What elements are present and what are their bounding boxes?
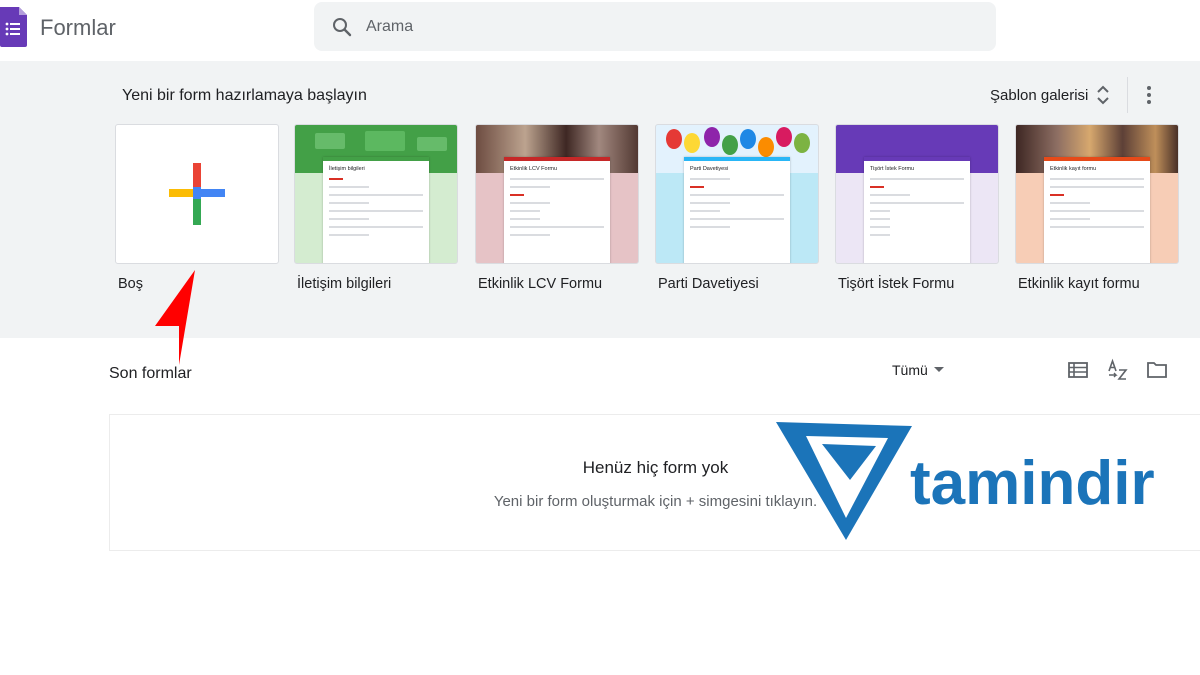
search-icon[interactable]	[330, 15, 354, 39]
template-event-registration[interactable]: Etkinlik kayıt formu	[1015, 124, 1179, 264]
template-form-preview: Parti Davetiyesi	[684, 157, 790, 263]
owner-filter-dropdown[interactable]: Tümü	[892, 360, 944, 380]
app-header: Formlar	[0, 0, 1200, 60]
template-form-preview: Tişört İstek Formu	[864, 157, 970, 263]
template-gallery-label: Şablon galerisi	[990, 86, 1089, 104]
template-band-title: Yeni bir form hazırlamaya başlayın	[122, 87, 367, 104]
template-label-blank[interactable]: Boş	[118, 275, 143, 293]
more-options-button[interactable]	[1138, 79, 1160, 111]
template-label-event-registration[interactable]: Etkinlik kayıt formu	[1018, 275, 1140, 293]
template-label-tshirt-request[interactable]: Tişört İstek Formu	[838, 275, 954, 293]
divider	[1127, 77, 1128, 113]
search-box[interactable]	[314, 2, 996, 51]
tamindir-logo-icon	[776, 422, 912, 540]
template-event-rsvp[interactable]: Etkinlik LCV Formu	[475, 124, 639, 264]
template-blank[interactable]	[115, 124, 279, 264]
sort-az-icon[interactable]	[1106, 358, 1130, 382]
template-label-event-rsvp[interactable]: Etkinlik LCV Formu	[478, 275, 602, 293]
template-form-preview: İletişim bilgileri	[323, 157, 429, 263]
template-form-preview: Etkinlik LCV Formu	[504, 157, 610, 263]
template-form-preview: Etkinlik kayıt formu	[1044, 157, 1150, 263]
owner-filter-label: Tümü	[892, 362, 928, 378]
template-contact-info[interactable]: İletişim bilgileri	[294, 124, 458, 264]
red-arrow-annotation	[155, 270, 195, 365]
template-gallery-button[interactable]: Şablon galerisi	[990, 79, 1110, 111]
search-input[interactable]	[366, 12, 966, 42]
template-label-party-invite[interactable]: Parti Davetiyesi	[658, 275, 759, 293]
caret-down-icon	[933, 367, 944, 372]
template-party-invite[interactable]: Parti Davetiyesi	[655, 124, 819, 264]
forms-logo-icon[interactable]	[0, 7, 27, 47]
template-tshirt-request[interactable]: Tişört İstek Formu	[835, 124, 999, 264]
tamindir-watermark-text: tamindir	[910, 449, 1155, 518]
template-label-contact-info[interactable]: İletişim bilgileri	[297, 275, 391, 293]
folder-icon[interactable]	[1145, 358, 1169, 382]
plus-icon	[169, 163, 225, 225]
list-view-icon[interactable]	[1066, 358, 1090, 382]
app-title[interactable]: Formlar	[40, 14, 116, 42]
unfold-icon	[1097, 85, 1110, 105]
more-vert-icon	[1147, 86, 1151, 104]
